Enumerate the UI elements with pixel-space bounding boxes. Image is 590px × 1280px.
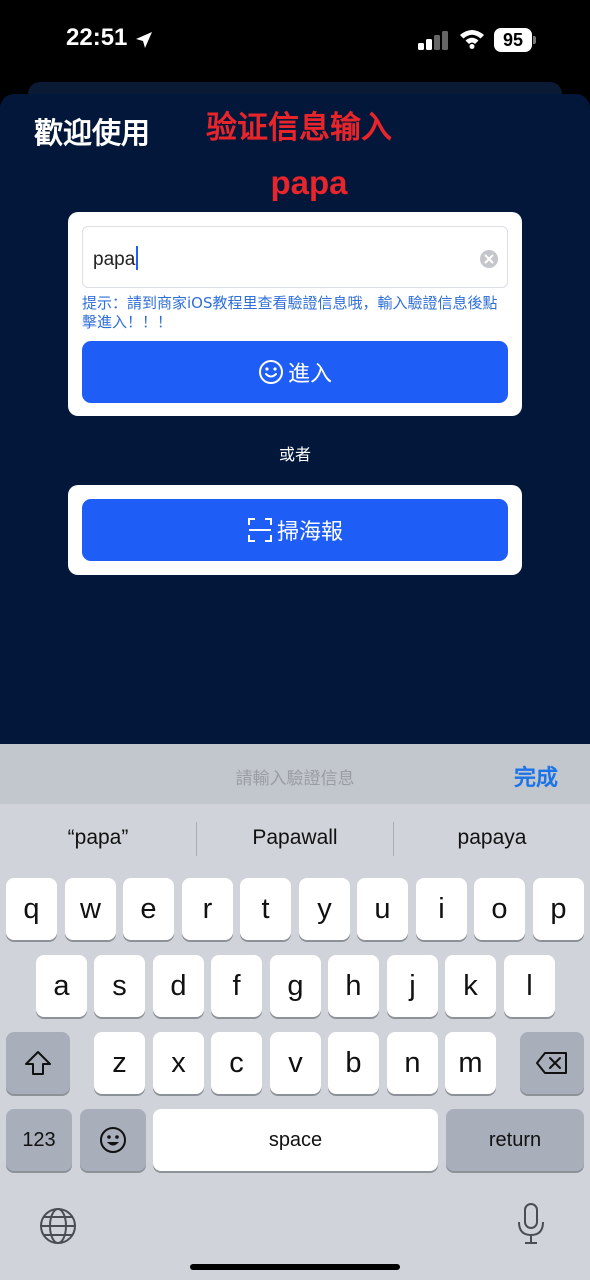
backspace-icon bbox=[536, 1052, 567, 1074]
key-l[interactable]: l bbox=[504, 955, 555, 1017]
done-button[interactable]: 完成 bbox=[514, 760, 558, 792]
suggestion-1[interactable]: “papa” bbox=[0, 826, 196, 850]
key-t[interactable]: t bbox=[240, 878, 291, 940]
keyboard: “papa” Papawall papaya q w e r t y u i o… bbox=[0, 804, 590, 1280]
key-z[interactable]: z bbox=[94, 1032, 145, 1094]
scan-card: 掃海報 bbox=[68, 485, 522, 575]
cellular-signal-icon bbox=[418, 31, 448, 50]
overlay-annotation-subtitle: papa bbox=[270, 164, 348, 201]
or-divider-text: 或者 bbox=[278, 445, 311, 464]
wifi-icon bbox=[460, 30, 484, 49]
key-i[interactable]: i bbox=[416, 878, 467, 940]
microphone-icon[interactable] bbox=[516, 1202, 546, 1246]
key-r[interactable]: r bbox=[182, 878, 233, 940]
key-c[interactable]: c bbox=[211, 1032, 262, 1094]
clear-icon[interactable] bbox=[479, 249, 499, 269]
battery-indicator: 95 bbox=[494, 28, 536, 52]
key-e[interactable]: e bbox=[123, 878, 174, 940]
enter-button[interactable]: 進入 bbox=[82, 341, 508, 403]
enter-button-label: 進入 bbox=[287, 362, 332, 387]
keyboard-accessory-bar: 請輸入驗證信息 完成 bbox=[0, 744, 590, 804]
key-h[interactable]: h bbox=[328, 955, 379, 1017]
space-key[interactable]: space bbox=[153, 1109, 438, 1171]
status-time: 22:51 bbox=[66, 24, 128, 51]
verification-input-value: papa bbox=[93, 246, 139, 271]
welcome-title: 歡迎使用 bbox=[34, 116, 151, 150]
app-content: 歡迎使用 验证信息输入 papa papa 提示：請到商家iOS教程里查看驗證信… bbox=[0, 94, 590, 746]
battery-cap bbox=[533, 36, 536, 44]
key-y[interactable]: y bbox=[299, 878, 350, 940]
return-key[interactable]: return bbox=[446, 1109, 584, 1171]
accessory-placeholder: 請輸入驗證信息 bbox=[235, 769, 355, 789]
key-o[interactable]: o bbox=[474, 878, 525, 940]
emoji-key[interactable] bbox=[80, 1109, 146, 1171]
backspace-key[interactable] bbox=[520, 1032, 584, 1094]
emoji-icon bbox=[100, 1127, 126, 1153]
battery-level: 95 bbox=[494, 28, 532, 52]
shift-icon bbox=[25, 1051, 51, 1075]
globe-icon[interactable] bbox=[38, 1206, 78, 1246]
key-n[interactable]: n bbox=[387, 1032, 438, 1094]
key-m[interactable]: m bbox=[445, 1032, 496, 1094]
key-p[interactable]: p bbox=[533, 878, 584, 940]
text-caret bbox=[136, 246, 139, 270]
suggestion-2[interactable]: Papawall bbox=[197, 826, 393, 850]
key-x[interactable]: x bbox=[153, 1032, 204, 1094]
location-arrow-icon bbox=[136, 32, 152, 48]
key-g[interactable]: g bbox=[270, 955, 321, 1017]
key-s[interactable]: s bbox=[94, 955, 145, 1017]
home-indicator bbox=[190, 1264, 400, 1270]
key-k[interactable]: k bbox=[445, 955, 496, 1017]
scan-icon bbox=[247, 518, 272, 542]
scan-poster-button[interactable]: 掃海報 bbox=[82, 499, 508, 561]
key-f[interactable]: f bbox=[211, 955, 262, 1017]
scan-poster-label: 掃海報 bbox=[276, 520, 343, 545]
key-b[interactable]: b bbox=[328, 1032, 379, 1094]
key-a[interactable]: a bbox=[36, 955, 87, 1017]
key-w[interactable]: w bbox=[65, 878, 116, 940]
verification-card: papa 提示：請到商家iOS教程里查看驗證信息哦，輸入驗證信息後點擊進入！！！… bbox=[68, 212, 522, 416]
key-v[interactable]: v bbox=[270, 1032, 321, 1094]
key-d[interactable]: d bbox=[153, 955, 204, 1017]
numbers-key[interactable]: 123 bbox=[6, 1109, 72, 1171]
suggestion-3[interactable]: papaya bbox=[394, 826, 590, 850]
hint-text: 提示：請到商家iOS教程里查看驗證信息哦，輸入驗證信息後點擊進入！！！ bbox=[82, 294, 498, 331]
shift-key[interactable] bbox=[6, 1032, 70, 1094]
verification-input[interactable]: papa bbox=[82, 226, 508, 288]
key-u[interactable]: u bbox=[357, 878, 408, 940]
key-j[interactable]: j bbox=[387, 955, 438, 1017]
smile-icon bbox=[258, 360, 283, 384]
overlay-annotation-title: 验证信息输入 bbox=[206, 110, 392, 146]
status-bar: 22:51 95 bbox=[0, 0, 590, 82]
key-q[interactable]: q bbox=[6, 878, 57, 940]
